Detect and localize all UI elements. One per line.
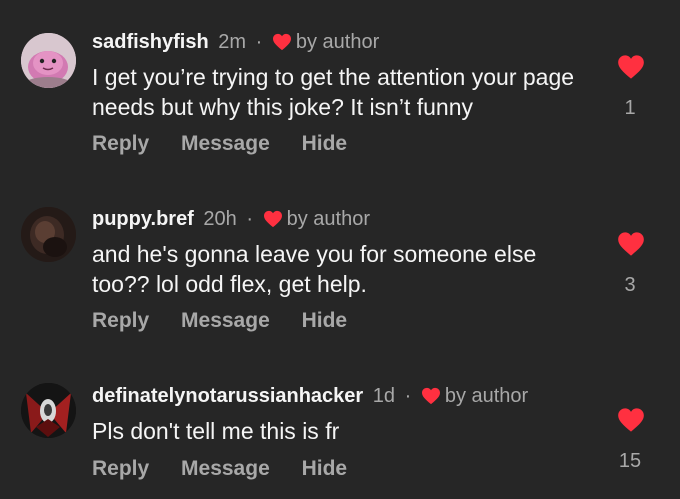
reply-button[interactable]: Reply xyxy=(92,309,149,332)
comment-text: I get you’re trying to get the attention… xyxy=(92,64,575,120)
like-heart-icon[interactable] xyxy=(617,407,645,433)
timestamp: 2m xyxy=(218,31,247,53)
comment-text: and he's gonna leave you for someone els… xyxy=(92,241,537,297)
like-count: 1 xyxy=(624,97,636,119)
heart-icon xyxy=(421,387,440,405)
username[interactable]: puppy.bref xyxy=(92,208,194,230)
hide-button[interactable]: Hide xyxy=(302,132,348,155)
red-dark-art-avatar-icon xyxy=(21,383,76,438)
separator: · xyxy=(255,31,263,53)
liked-by-author-label: by author xyxy=(295,31,380,53)
like-count: 3 xyxy=(624,274,636,296)
liked-by-author-label: by author xyxy=(444,385,529,407)
like-count: 15 xyxy=(618,450,642,472)
timestamp: 20h xyxy=(203,208,237,230)
message-button[interactable]: Message xyxy=(181,309,270,332)
comment-actions: Reply Message Hide xyxy=(92,132,373,156)
heart-icon xyxy=(272,33,291,51)
reply-button[interactable]: Reply xyxy=(92,457,149,480)
avatar[interactable] xyxy=(21,33,76,88)
dark-photo-avatar-icon xyxy=(21,207,76,262)
timestamp: 1d xyxy=(372,385,396,407)
liked-by-author-label: by author xyxy=(286,208,370,230)
like-heart-icon[interactable] xyxy=(617,54,645,80)
avatar[interactable] xyxy=(21,383,76,438)
comment-meta: sadfishyfish 2m · by author xyxy=(92,30,379,54)
hide-button[interactable]: Hide xyxy=(302,309,348,332)
comment-meta: puppy.bref 20h · by author xyxy=(92,207,370,231)
separator: · xyxy=(246,208,254,230)
message-button[interactable]: Message xyxy=(181,132,270,155)
reply-button[interactable]: Reply xyxy=(92,132,149,155)
like-heart-icon[interactable] xyxy=(617,231,645,257)
username[interactable]: sadfishyfish xyxy=(92,31,209,53)
username[interactable]: definatelynotarussianhacker xyxy=(92,385,363,407)
comment-actions: Reply Message Hide xyxy=(92,457,373,481)
message-button[interactable]: Message xyxy=(181,457,270,480)
comment-meta: definatelynotarussianhacker 1d · by auth… xyxy=(92,384,528,408)
comment-text: Pls don't tell me this is fr xyxy=(92,418,340,444)
comment-actions: Reply Message Hide xyxy=(92,309,373,333)
hide-button[interactable]: Hide xyxy=(302,457,348,480)
separator: · xyxy=(404,385,412,407)
heart-icon xyxy=(263,210,282,228)
pink-plush-avatar-icon xyxy=(21,33,76,88)
avatar[interactable] xyxy=(21,207,76,262)
